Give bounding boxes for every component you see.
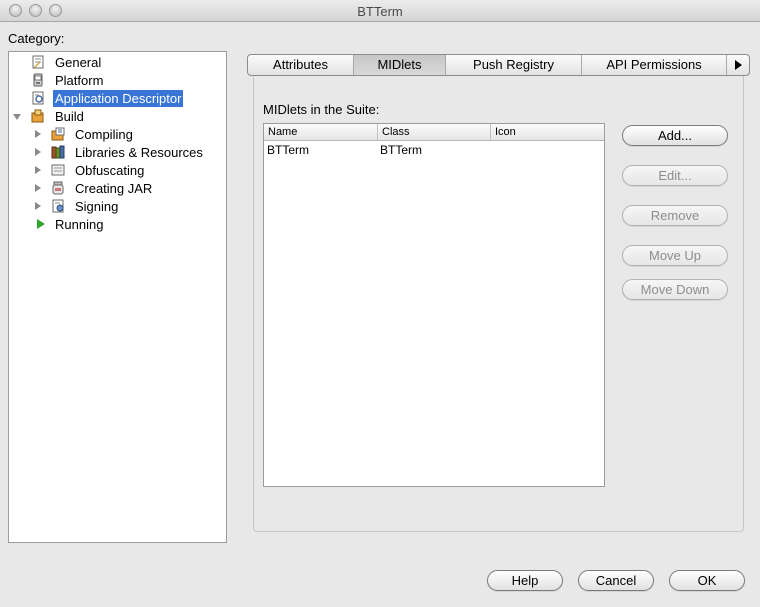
window-title: BTTerm (357, 4, 403, 19)
tree-item-running[interactable]: Running (29, 216, 219, 233)
category-tree[interactable]: General Platform Application Descriptor … (8, 51, 227, 543)
tree-item-label: Running (55, 217, 104, 232)
tree-item-signing[interactable]: Signing (29, 198, 219, 215)
column-header-name[interactable]: Name (264, 124, 378, 140)
tree-item-obfuscating[interactable]: Obfuscating (29, 162, 219, 179)
expand-toggle-icon[interactable] (35, 202, 41, 210)
tree-item-build[interactable]: Build (9, 108, 219, 125)
cell-class: BTTerm (380, 143, 422, 157)
tab-scroll-right-button[interactable] (727, 55, 749, 75)
column-header-icon[interactable]: Icon (491, 124, 604, 140)
tree-item-label: Build (55, 109, 84, 124)
tab-midlets[interactable]: MIDlets (354, 55, 446, 75)
expand-toggle-icon[interactable] (35, 184, 41, 192)
descriptor-icon (31, 91, 45, 105)
platform-device-icon (31, 73, 45, 87)
tree-item-label: Obfuscating (75, 163, 145, 178)
tab-bar: Attributes MIDlets Push Registry API Per… (247, 54, 750, 76)
compiling-icon (51, 127, 65, 141)
tree-item-compiling[interactable]: Compiling (29, 126, 219, 143)
arrow-right-icon (735, 60, 742, 70)
tree-item-label: Signing (75, 199, 119, 214)
tree-item-creating-jar[interactable]: Creating JAR (29, 180, 219, 197)
table-header: Name Class Icon (264, 124, 604, 141)
tree-item-label: General (55, 55, 102, 70)
tree-item-label: Compiling (75, 127, 133, 142)
obfuscating-icon (51, 163, 65, 177)
ok-button[interactable]: OK (669, 570, 745, 591)
tree-item-label: Libraries & Resources (75, 145, 203, 160)
tab-api-permissions[interactable]: API Permissions (582, 55, 727, 75)
column-header-class[interactable]: Class (378, 124, 491, 140)
tab-push-registry[interactable]: Push Registry (446, 55, 582, 75)
move-up-button[interactable]: Move Up (622, 245, 728, 266)
tree-item-label: Creating JAR (75, 181, 153, 196)
edit-button[interactable]: Edit... (622, 165, 728, 186)
expand-toggle-icon[interactable] (35, 130, 41, 138)
tree-item-general[interactable]: General (29, 54, 219, 71)
tree-item-label: Application Descriptor (53, 90, 184, 107)
add-button[interactable]: Add... (622, 125, 728, 146)
remove-button[interactable]: Remove (622, 205, 728, 226)
title-bar: BTTerm (0, 0, 760, 22)
tree-item-platform[interactable]: Platform (29, 72, 219, 89)
expand-toggle-icon[interactable] (35, 148, 41, 156)
tree-item-libraries-resources[interactable]: Libraries & Resources (29, 144, 219, 161)
build-icon (31, 109, 45, 123)
cell-icon (491, 142, 604, 158)
category-label: Category: (8, 31, 65, 46)
tree-item-label: Platform (55, 73, 104, 88)
run-icon (37, 219, 45, 229)
tree-item-application-descriptor[interactable]: Application Descriptor (29, 90, 219, 107)
cancel-button[interactable]: Cancel (578, 570, 654, 591)
signing-icon (51, 199, 65, 213)
general-doc-icon (31, 55, 45, 69)
jar-icon (51, 181, 65, 195)
libraries-icon (51, 145, 65, 159)
expand-toggle-icon[interactable] (35, 166, 41, 174)
cell-name: BTTerm (267, 143, 309, 157)
help-button[interactable]: Help (487, 570, 563, 591)
midlets-section-label: MIDlets in the Suite: (263, 102, 380, 117)
expand-toggle-icon[interactable] (13, 114, 21, 120)
move-down-button[interactable]: Move Down (622, 279, 728, 300)
midlets-table[interactable]: Name Class Icon BTTerm BTTerm (263, 123, 605, 487)
tab-attributes[interactable]: Attributes (248, 55, 354, 75)
